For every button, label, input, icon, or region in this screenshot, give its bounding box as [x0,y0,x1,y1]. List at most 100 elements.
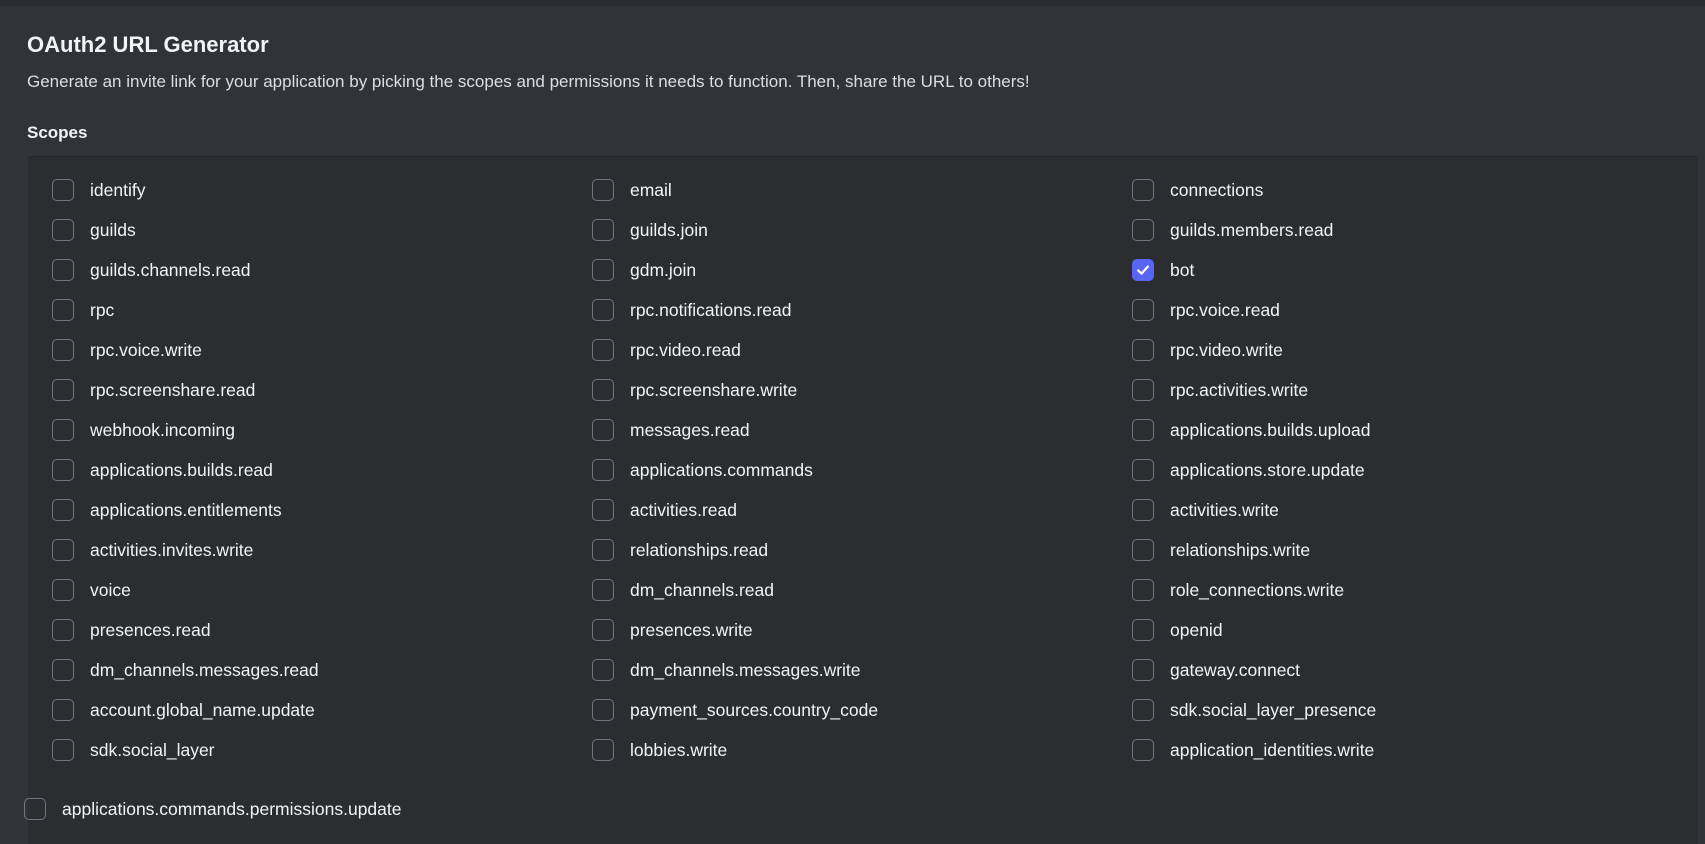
checkbox-unchecked[interactable] [592,379,614,401]
checkbox-unchecked[interactable] [1132,339,1154,361]
scope-checkbox-rpc-screenshare-write[interactable]: rpc.screenshare.write [592,370,1132,410]
checkbox-unchecked[interactable] [592,739,614,761]
scope-checkbox-openid[interactable]: openid [1132,610,1672,650]
scope-checkbox-guilds-members-read[interactable]: guilds.members.read [1132,210,1672,250]
scope-checkbox-webhook-incoming[interactable]: webhook.incoming [52,410,592,450]
scope-checkbox-guilds[interactable]: guilds [52,210,592,250]
scope-checkbox-role-connections-write[interactable]: role_connections.write [1132,570,1672,610]
scope-checkbox-voice[interactable]: voice [52,570,592,610]
scope-checkbox-activities-invites-write[interactable]: activities.invites.write [52,530,592,570]
checkbox-unchecked[interactable] [52,619,74,641]
checkbox-unchecked[interactable] [592,259,614,281]
scope-checkbox-applications-commands[interactable]: applications.commands [592,450,1132,490]
scope-label: rpc.video.write [1170,339,1283,360]
scope-checkbox-guilds-channels-read[interactable]: guilds.channels.read [52,250,592,290]
checkbox-unchecked[interactable] [1132,219,1154,241]
scope-checkbox-rpc-video-read[interactable]: rpc.video.read [592,330,1132,370]
scope-checkbox-rpc-screenshare-read[interactable]: rpc.screenshare.read [52,370,592,410]
scope-checkbox-bot[interactable]: bot [1132,250,1672,290]
scope-label: rpc.screenshare.read [90,379,256,400]
checkbox-unchecked[interactable] [52,459,74,481]
checkbox-unchecked[interactable] [1132,739,1154,761]
checkbox-unchecked[interactable] [52,659,74,681]
checkbox-unchecked[interactable] [592,499,614,521]
scope-checkbox-applications-store-update[interactable]: applications.store.update [1132,450,1672,490]
scope-checkbox-sdk-social-layer-presence[interactable]: sdk.social_layer_presence [1132,690,1672,730]
checkbox-unchecked[interactable] [592,299,614,321]
scope-checkbox-guilds-join[interactable]: guilds.join [592,210,1132,250]
checkbox-unchecked[interactable] [592,179,614,201]
checkbox-unchecked[interactable] [1132,659,1154,681]
checkbox-unchecked[interactable] [52,219,74,241]
scope-checkbox-relationships-write[interactable]: relationships.write [1132,530,1672,570]
scope-checkbox-messages-read[interactable]: messages.read [592,410,1132,450]
scope-label: bot [1170,259,1195,280]
checkbox-unchecked[interactable] [52,179,74,201]
scope-checkbox-dm-channels-read[interactable]: dm_channels.read [592,570,1132,610]
checkbox-unchecked[interactable] [592,339,614,361]
scope-checkbox-account-global-name-update[interactable]: account.global_name.update [52,690,592,730]
scope-label: payment_sources.country_code [630,699,879,720]
checkbox-unchecked[interactable] [592,539,614,561]
checkbox-checked[interactable] [1132,259,1154,281]
checkbox-unchecked[interactable] [1132,179,1154,201]
scope-checkbox-activities-read[interactable]: activities.read [592,490,1132,530]
checkbox-unchecked[interactable] [592,459,614,481]
scope-checkbox-lobbies-write[interactable]: lobbies.write [592,730,1132,770]
scope-checkbox-dm-channels-messages-read[interactable]: dm_channels.messages.read [52,650,592,690]
checkbox-unchecked[interactable] [1132,419,1154,441]
scope-checkbox-rpc-voice-read[interactable]: rpc.voice.read [1132,290,1672,330]
scope-checkbox-relationships-read[interactable]: relationships.read [592,530,1132,570]
checkbox-unchecked[interactable] [592,219,614,241]
scope-checkbox-gdm-join[interactable]: gdm.join [592,250,1132,290]
scope-checkbox-rpc-notifications-read[interactable]: rpc.notifications.read [592,290,1132,330]
checkbox-unchecked[interactable] [52,339,74,361]
scope-checkbox-dm-channels-messages-write[interactable]: dm_channels.messages.write [592,650,1132,690]
checkbox-unchecked[interactable] [1132,579,1154,601]
checkbox-unchecked[interactable] [592,659,614,681]
scope-checkbox-rpc-video-write[interactable]: rpc.video.write [1132,330,1672,370]
checkbox-unchecked[interactable] [52,299,74,321]
checkbox-unchecked[interactable] [1132,299,1154,321]
checkbox-unchecked[interactable] [52,379,74,401]
scope-checkbox-sdk-social-layer[interactable]: sdk.social_layer [52,730,592,770]
checkbox-unchecked[interactable] [592,419,614,441]
scope-checkbox-applications-builds-upload[interactable]: applications.builds.upload [1132,410,1672,450]
scope-label: voice [90,579,131,600]
scope-checkbox-application-identities-write[interactable]: application_identities.write [1132,730,1672,770]
scope-checkbox-rpc-activities-write[interactable]: rpc.activities.write [1132,370,1672,410]
checkbox-unchecked[interactable] [1132,619,1154,641]
scope-checkbox-payment-sources-country-code[interactable]: payment_sources.country_code [592,690,1132,730]
checkbox-unchecked[interactable] [52,259,74,281]
scope-label: applications.commands.permissions.update [62,798,402,819]
scope-label: gdm.join [630,259,697,280]
checkbox-unchecked[interactable] [592,699,614,721]
checkbox-unchecked[interactable] [52,579,74,601]
scope-checkbox-email[interactable]: email [592,170,1132,210]
checkbox-unchecked[interactable] [24,798,46,820]
scope-checkbox-presences-write[interactable]: presences.write [592,610,1132,650]
checkbox-unchecked[interactable] [52,739,74,761]
checkbox-unchecked[interactable] [592,619,614,641]
scope-checkbox-gateway-connect[interactable]: gateway.connect [1132,650,1672,690]
checkbox-unchecked[interactable] [1132,539,1154,561]
scope-checkbox-applications-commands-permissions-update[interactable]: applications.commands.permissions.update [24,789,401,829]
checkbox-unchecked[interactable] [1132,699,1154,721]
scope-label: activities.read [630,499,737,520]
scope-checkbox-presences-read[interactable]: presences.read [52,610,592,650]
checkbox-unchecked[interactable] [1132,499,1154,521]
checkbox-unchecked[interactable] [1132,379,1154,401]
scope-checkbox-applications-entitlements[interactable]: applications.entitlements [52,490,592,530]
scope-checkbox-activities-write[interactable]: activities.write [1132,490,1672,530]
checkbox-unchecked[interactable] [592,579,614,601]
checkbox-unchecked[interactable] [52,699,74,721]
scope-checkbox-identify[interactable]: identify [52,170,592,210]
checkbox-unchecked[interactable] [1132,459,1154,481]
scope-checkbox-rpc[interactable]: rpc [52,290,592,330]
scope-checkbox-connections[interactable]: connections [1132,170,1672,210]
checkbox-unchecked[interactable] [52,499,74,521]
checkbox-unchecked[interactable] [52,419,74,441]
scope-checkbox-rpc-voice-write[interactable]: rpc.voice.write [52,330,592,370]
scope-checkbox-applications-builds-read[interactable]: applications.builds.read [52,450,592,490]
checkbox-unchecked[interactable] [52,539,74,561]
